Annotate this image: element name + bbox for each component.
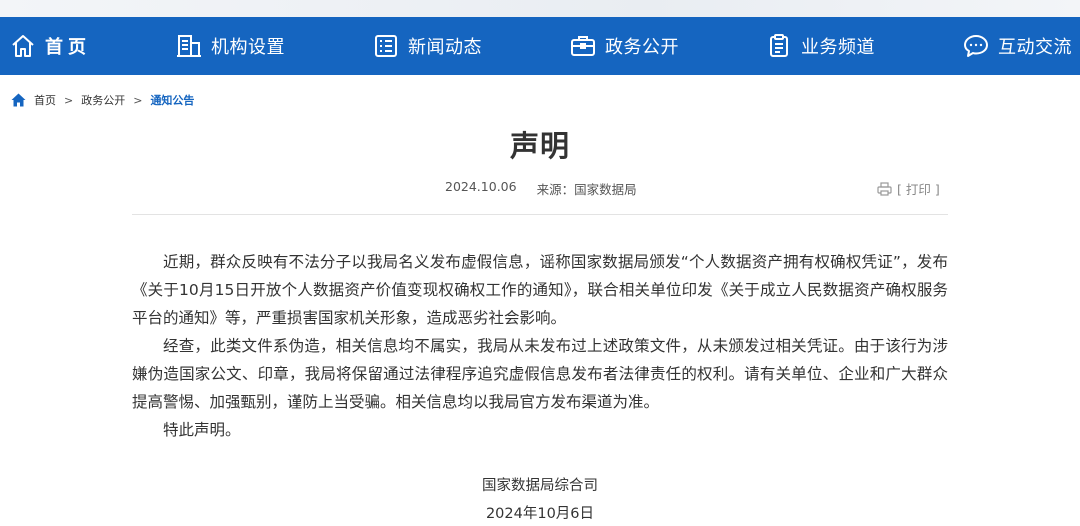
breadcrumb: 首页 > 政务公开 > 通知公告 bbox=[11, 92, 194, 108]
nav-item-news[interactable]: 新闻动态 bbox=[373, 17, 482, 75]
breadcrumb-home[interactable]: 首页 bbox=[34, 92, 56, 108]
building-icon bbox=[177, 35, 201, 57]
printer-icon bbox=[877, 181, 892, 196]
nav-item-home[interactable]: 首页 bbox=[10, 17, 91, 75]
nav-label: 新闻动态 bbox=[408, 37, 482, 58]
divider bbox=[132, 214, 948, 215]
print-label: [ 打印 ] bbox=[897, 182, 940, 197]
nav-label: 机构设置 bbox=[211, 37, 285, 58]
breadcrumb-separator: > bbox=[133, 93, 143, 107]
breadcrumb-separator: > bbox=[64, 93, 74, 107]
print-button[interactable]: [ 打印 ] bbox=[877, 179, 940, 198]
top-banner bbox=[0, 0, 1080, 17]
nav-item-organization[interactable]: 机构设置 bbox=[176, 17, 285, 75]
news-icon bbox=[375, 35, 397, 57]
page-title: 声明 bbox=[509, 129, 570, 163]
signature-date: 2024年10月6日 bbox=[485, 506, 595, 522]
publish-date: 2024.10.06 bbox=[445, 179, 517, 194]
nav-label: 互动交流 bbox=[998, 37, 1072, 58]
main-nav: 首页 机构设置 新闻动态 政务公开 业务频道 互动交流 bbox=[0, 17, 1080, 75]
nav-label: 首页 bbox=[45, 37, 91, 58]
paragraph: 特此声明。 bbox=[163, 421, 241, 439]
article-body: 近期，群众反映有不法分子以我局名义发布虚假信息，谣称国家数据局颁发“个人数据资产… bbox=[132, 248, 948, 444]
briefcase-icon bbox=[571, 36, 595, 56]
nav-item-government-affairs[interactable]: 政务公开 bbox=[570, 17, 679, 75]
chat-icon bbox=[964, 35, 988, 57]
nav-label: 业务频道 bbox=[801, 37, 875, 58]
home-icon bbox=[12, 35, 34, 57]
signature-org: 国家数据局综合司 bbox=[482, 478, 598, 494]
nav-item-interaction[interactable]: 互动交流 bbox=[963, 17, 1072, 75]
article-meta: 2024.10.06 来源：国家数据局 bbox=[445, 179, 637, 198]
nav-label: 政务公开 bbox=[605, 37, 679, 58]
breadcrumb-current[interactable]: 通知公告 bbox=[150, 92, 194, 108]
article-source: 来源：国家数据局 bbox=[536, 182, 637, 197]
nav-item-business-channel[interactable]: 业务频道 bbox=[766, 17, 875, 75]
clipboard-icon bbox=[770, 34, 788, 57]
home-icon[interactable] bbox=[11, 93, 26, 107]
paragraph: 近期，群众反映有不法分子以我局名义发布虚假信息，谣称国家数据局颁发“个人数据资产… bbox=[132, 253, 948, 327]
paragraph: 经查，此类文件系伪造，相关信息均不属实，我局从未发布过上述政策文件，从未颁发过相… bbox=[132, 337, 948, 411]
breadcrumb-government-affairs[interactable]: 政务公开 bbox=[81, 92, 125, 108]
